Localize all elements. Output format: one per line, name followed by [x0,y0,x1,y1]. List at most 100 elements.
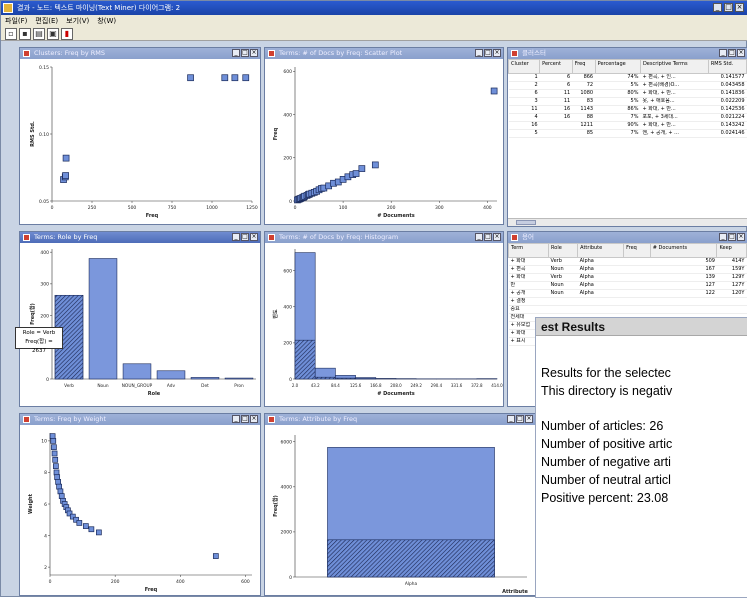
table-header-cell[interactable]: Keep [717,244,747,258]
docs-histogram-panel[interactable]: Terms: # of Docs by Freq: Histogram _□× … [264,231,504,407]
table-header-cell[interactable]: Term [509,244,549,258]
copy-icon[interactable]: ▣ [47,28,59,40]
panel-titlebar[interactable]: Clusters: Freq by RMS _□× [20,48,260,59]
cluster-table-panel[interactable]: 클러스터 _□× ClusterPercentFreqPercentageDes… [507,47,747,227]
table-header-cell[interactable]: Freq [624,244,651,258]
close-button[interactable]: × [735,3,744,12]
table-row[interactable]: 16121190%+ 화대, + 만...0.143242 [509,122,747,130]
table-cell: 866 [572,74,595,82]
menu-view[interactable]: 보기(V) [66,15,89,27]
panel-minimize-button[interactable]: _ [475,233,483,241]
panel-minimize-button[interactable]: _ [475,49,483,57]
role-freq-bar-chart[interactable]: 0100200300400VerbNounNOUN_GROUPAdvDetPro… [20,243,261,407]
panel-maximize-button[interactable]: □ [241,49,249,57]
panel-titlebar[interactable]: Terms: # of Docs by Freq: Histogram _□× [265,232,503,243]
table-cell: + 화대 [509,258,549,266]
panel-close-button[interactable]: × [493,49,501,57]
panel-minimize-button[interactable]: _ [232,49,240,57]
panel-maximize-button[interactable]: □ [484,49,492,57]
positive-percent: Positive percent: 23.08 [541,491,668,505]
panel-minimize-button[interactable]: _ [719,49,727,57]
print-icon[interactable]: ▤ [33,28,45,40]
y-tick-label: 6 [44,502,47,508]
freq-weight-scatter-chart[interactable]: 2468100200400600FreqWeight [20,425,261,596]
attribute-freq-panel[interactable]: Terms: Attribute by Freq _□× 02000400060… [264,413,536,596]
panel-minimize-button[interactable]: _ [232,233,240,241]
panel-titlebar[interactable]: Terms: Freq by Weight _□× [20,414,260,425]
table-cell: Noun [549,266,578,274]
docs-histogram-chart[interactable]: 02004006002.043.284.4125.6166.8208.0249.… [265,243,504,407]
terms-docs-scatter-panel[interactable]: Terms: # of Docs by Freq: Scatter Plot _… [264,47,504,225]
table-header-cell[interactable]: Role [549,244,578,258]
panel-titlebar[interactable]: Terms: Role by Freq _□× [20,232,260,243]
table-header-cell[interactable]: # Documents [650,244,717,258]
panel-titlebar[interactable]: 클러스터 _□× [508,48,747,59]
table-row[interactable]: 1686674%+ 편곡, + 인...0.141577 [509,74,747,82]
horizontal-scrollbar[interactable] [508,218,747,226]
table-row[interactable]: 611108080%+ 화대, + 만...0.141836 [509,90,747,98]
table-row[interactable]: + 편곡NounAlpha167159Y [509,266,747,274]
panel-titlebar[interactable]: 용어 _□× [508,232,747,243]
table-row[interactable]: 만NounAlpha127127Y [509,282,747,290]
table-cell: 6 [540,82,573,90]
clusters-scatter-chart[interactable]: 0.050.100.15025050075010001250FreqRMS St… [20,59,261,225]
minimize-button[interactable]: _ [713,3,722,12]
bar-hatched-segment [315,377,335,379]
table-row[interactable]: 5857%엔, + 공개, + ...0.024146 [509,130,747,138]
panel-minimize-button[interactable]: _ [719,233,727,241]
table-row[interactable]: 311835%옷, + 애호움...0.022209 [509,98,747,106]
clusters-panel[interactable]: Clusters: Freq by RMS _□× 0.050.100.1502… [19,47,261,225]
menu-file[interactable]: 파일(F) [5,15,27,27]
open-icon[interactable]: ▫ [5,28,17,40]
cluster-table[interactable]: ClusterPercentFreqPercentageDescriptive … [508,59,747,138]
y-axis-label: RMS Std. [30,121,36,147]
table-row[interactable]: + 화대VerbAlpha139129Y [509,274,747,282]
menu-edit[interactable]: 편집(E) [35,15,58,27]
panel-close-button[interactable]: × [250,49,258,57]
save-icon[interactable]: ▪ [19,28,31,40]
maximize-button[interactable]: □ [724,3,733,12]
panel-titlebar[interactable]: Terms: # of Docs by Freq: Scatter Plot _… [265,48,503,59]
table-header-cell[interactable]: Attribute [578,244,624,258]
role-freq-panel[interactable]: Terms: Role by Freq _□× 0100200300400Ver… [19,231,261,407]
table-cell [624,290,651,298]
table-cell [549,306,578,314]
data-point [63,173,69,179]
table-row[interactable]: 26725%+ 편곡(배경)O...0.043458 [509,82,747,90]
panel-maximize-button[interactable]: □ [516,415,524,423]
menu-window[interactable]: 창(W) [97,15,116,27]
panel-close-button[interactable]: × [250,415,258,423]
panel-maximize-button[interactable]: □ [241,415,249,423]
chart-icon[interactable]: ▮ [61,28,73,40]
table-row[interactable]: 중요 [509,306,747,314]
panel-minimize-button[interactable]: _ [232,415,240,423]
table-header-cell[interactable]: Percentage [595,60,640,74]
panel-maximize-button[interactable]: □ [728,233,736,241]
table-header-cell[interactable]: Percent [540,60,573,74]
panel-close-button[interactable]: × [250,233,258,241]
table-header-cell[interactable]: Descriptive Terms [640,60,708,74]
table-row[interactable]: 1116114386%+ 화대, + 만...0.142536 [509,106,747,114]
panel-close-button[interactable]: × [525,415,533,423]
panel-titlebar[interactable]: Terms: Attribute by Freq _□× [265,414,535,425]
panel-close-button[interactable]: × [737,49,745,57]
table-row[interactable]: 416887%포포, + 3세대...0.021224 [509,114,747,122]
window-titlebar[interactable]: 결과 - 노드: 텍스트 마이닝(Text Miner) 다이어그램: 2 _ … [1,1,747,15]
panel-maximize-button[interactable]: □ [241,233,249,241]
scrollbar-thumb[interactable] [516,220,536,225]
table-row[interactable]: + 공개NounAlpha122120Y [509,290,747,298]
table-header-cell[interactable]: Cluster [509,60,540,74]
table-header-cell[interactable]: RMS Std. [708,60,746,74]
table-header-cell[interactable]: Freq [572,60,595,74]
x-tick-label: 600 [241,579,250,585]
docs-freq-scatter-chart[interactable]: 02004006000100200300400# DocumentsFreq [265,59,504,225]
attribute-freq-bar-chart[interactable]: 0200040006000AlphaAttributeFreq(합) [265,425,536,596]
table-row[interactable]: + 결정 [509,298,747,306]
panel-maximize-button[interactable]: □ [484,233,492,241]
table-row[interactable]: + 화대VerbAlpha509414Y [509,258,747,266]
panel-minimize-button[interactable]: _ [507,415,515,423]
panel-close-button[interactable]: × [493,233,501,241]
panel-maximize-button[interactable]: □ [728,49,736,57]
panel-close-button[interactable]: × [737,233,745,241]
freq-weight-panel[interactable]: Terms: Freq by Weight _□× 24681002004006… [19,413,261,596]
